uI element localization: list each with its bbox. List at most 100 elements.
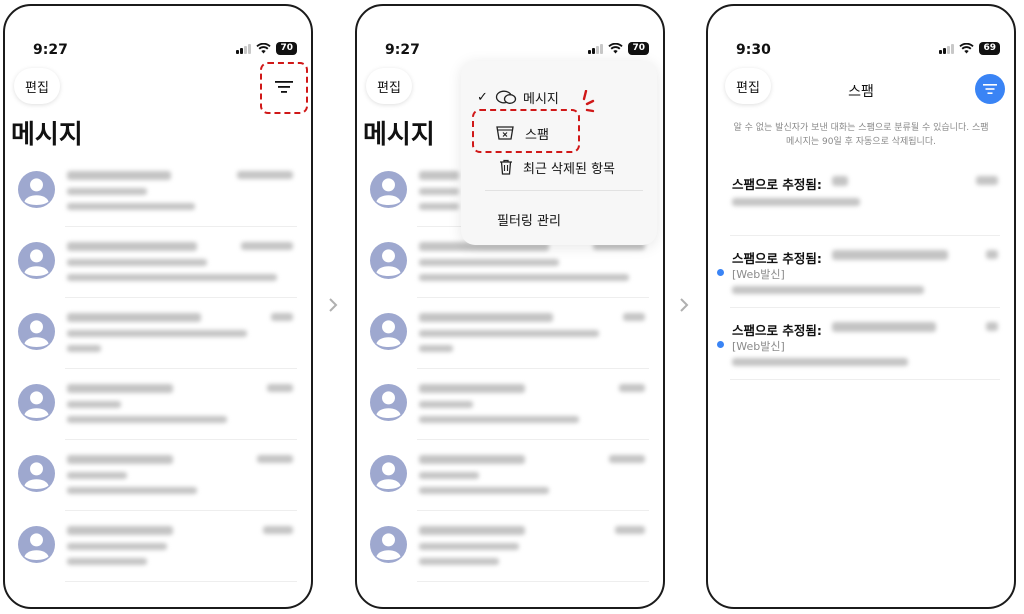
status-time: 9:27 (33, 42, 68, 58)
avatar-icon (370, 384, 407, 421)
wifi-icon (959, 43, 975, 54)
blurred-date (263, 526, 293, 534)
avatar-icon (370, 313, 407, 350)
spam-notice: 알 수 없는 발신자가 보낸 대화는 스팸으로 분류될 수 있습니다. 스팸 메… (733, 123, 989, 147)
conversation-row[interactable] (5, 440, 311, 511)
battery-indicator: 69 (979, 42, 1000, 55)
blurred-sender (419, 526, 525, 535)
conversation-row[interactable] (5, 298, 311, 369)
wifi-icon (608, 43, 624, 54)
status-time: 9:27 (385, 42, 420, 58)
blurred-preview (67, 416, 227, 423)
avatar-icon (18, 171, 55, 208)
blurred-preview (67, 558, 147, 565)
phone-screen-spam: 9:30 69 편집 스팸 알 수 없는 발신자가 보낸 대화는 스팸으로 분류… (706, 4, 1016, 609)
blurred-preview (419, 543, 519, 550)
phone-screen-messages: 9:27 70 편집 메시지 (3, 4, 313, 609)
blurred-sender (419, 384, 525, 393)
conversation-row[interactable] (5, 511, 311, 582)
trash-icon (500, 159, 512, 175)
blurred-date (271, 313, 293, 321)
blurred-date (976, 176, 998, 185)
blurred-preview (419, 487, 549, 494)
avatar-icon (370, 171, 407, 208)
spam-sender-label: 스팸으로 추정됨: (732, 323, 822, 338)
cellular-signal-icon (939, 43, 955, 54)
blurred-preview (419, 401, 473, 408)
blurred-date (615, 526, 645, 534)
blurred-preview (67, 487, 197, 494)
highlight-filter-button (260, 62, 308, 114)
status-bar-icons: 69 (939, 42, 1000, 55)
avatar-icon (18, 384, 55, 421)
page-title: 메시지 (11, 120, 83, 150)
avatar-icon (370, 455, 407, 492)
conversation-row[interactable] (5, 227, 311, 298)
menu-item-label: 메시지 (523, 91, 559, 107)
blurred-preview (67, 274, 277, 281)
avatar-icon (370, 242, 407, 279)
conversation-list (5, 156, 311, 582)
edit-button[interactable]: 편집 (14, 68, 60, 104)
blurred-preview (419, 274, 629, 281)
blurred-date (609, 455, 645, 463)
spam-sender-label: 스팸으로 추정됨: (732, 251, 822, 266)
blurred-date (267, 384, 293, 392)
conversation-row[interactable] (5, 369, 311, 440)
blurred-preview (419, 472, 479, 479)
spam-conversation-row[interactable]: 스팸으로 추정됨: (708, 166, 1014, 236)
avatar-icon (18, 455, 55, 492)
avatar-icon (370, 526, 407, 563)
menu-item-label: 최근 삭제된 항목 (523, 161, 615, 177)
blurred-sender (832, 250, 948, 260)
conversation-row[interactable] (357, 298, 663, 369)
spam-conversation-row[interactable]: 스팸으로 추정됨: [Web발신] (708, 308, 1014, 380)
blurred-date (623, 313, 645, 321)
conversation-row[interactable] (357, 511, 663, 582)
blurred-preview (419, 203, 459, 210)
wifi-icon (256, 43, 272, 54)
menu-item-manage-filtering[interactable]: 필터링 관리 (461, 207, 657, 231)
conversation-row[interactable] (5, 156, 311, 227)
status-bar-icons: 70 (588, 42, 649, 55)
menu-item-recently-deleted[interactable]: 최근 삭제된 항목 (461, 155, 657, 179)
blurred-preview (67, 330, 247, 337)
blurred-sender (419, 455, 525, 464)
blurred-preview (67, 259, 207, 266)
unread-indicator (717, 341, 724, 348)
page-title: 메시지 (363, 120, 435, 150)
blurred-sender (67, 171, 171, 180)
blurred-date (986, 322, 998, 331)
blurred-preview (67, 472, 127, 479)
chevron-right-icon (329, 298, 338, 312)
blurred-preview (67, 543, 167, 550)
spam-conversation-row[interactable]: 스팸으로 추정됨: [Web발신] (708, 236, 1014, 308)
edit-button[interactable]: 편집 (366, 68, 412, 104)
blurred-preview (732, 358, 908, 366)
blurred-sender (832, 176, 848, 186)
menu-item-messages[interactable]: ✓ 메시지 (461, 85, 657, 109)
blurred-preview (419, 330, 599, 337)
cellular-signal-icon (236, 43, 252, 54)
blurred-preview (419, 345, 453, 352)
highlight-spam-item (472, 109, 580, 153)
avatar-icon (18, 526, 55, 563)
status-bar-icons: 70 (236, 42, 297, 55)
filter-menu-button[interactable] (975, 74, 1005, 104)
blurred-preview (67, 203, 195, 210)
conversation-row[interactable] (357, 369, 663, 440)
chevron-right-icon (680, 298, 689, 312)
blurred-date (237, 171, 293, 179)
checkmark-icon: ✓ (477, 89, 488, 105)
emphasis-marks-icon (582, 90, 595, 113)
page-title: 스팸 (848, 84, 874, 100)
blurred-preview (67, 345, 101, 352)
blurred-sender (832, 322, 936, 332)
blurred-sender (67, 313, 201, 322)
menu-separator (485, 190, 643, 191)
phone-screen-filter-menu: 9:27 70 편집 메시지 ✓ 메시지 스팸 최근 삭제된 항목 필터링 관리 (355, 4, 665, 609)
menu-item-label: 필터링 관리 (497, 213, 561, 229)
conversation-row[interactable] (357, 440, 663, 511)
chat-bubbles-icon (495, 90, 517, 104)
spam-preview-tag: [Web발신] (732, 268, 785, 281)
